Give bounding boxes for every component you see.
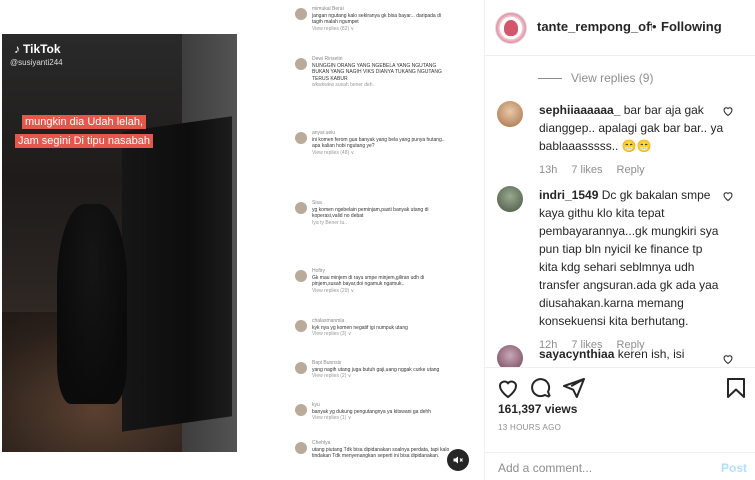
avatar — [295, 132, 307, 144]
embedded-comment-text: NUNGGIN ORANG YANG NGEBELA YANG NGUTANG … — [312, 62, 442, 82]
view-count[interactable]: 161,397 views — [498, 402, 577, 416]
view-replies-label: View replies (9) — [571, 71, 654, 85]
view-replies-button[interactable]: View replies (9) — [538, 71, 653, 85]
comment-text: keren ish, isi — [617, 347, 685, 361]
embedded-comment-meta: View replies (3) ∨ — [312, 331, 352, 337]
avatar[interactable] — [497, 101, 523, 127]
comment-list[interactable]: View replies (9) sephiiaaaaaa_ bar bar a… — [485, 57, 755, 367]
tiktok-username: @susiyanti244 — [10, 58, 63, 67]
reply-button[interactable]: Reply — [617, 161, 645, 179]
video-door — [122, 116, 232, 432]
comment-likes[interactable]: 7 likes — [571, 161, 602, 179]
post-media[interactable]: ♪ TikTok @susiyanti244 mungkin dia Udah … — [0, 0, 484, 480]
header-separator: • — [652, 19, 657, 34]
mute-icon — [453, 456, 463, 464]
embedded-comments-screenshot: mimukal Berai jangan ngutang kalo sekiran… — [290, 0, 460, 480]
embedded-comment-text: utang piutang Tdk bisa dipidanakan soaln… — [312, 446, 450, 460]
tiktok-logo: ♪ TikTok — [14, 42, 61, 56]
embedded-comment-text: ini komen ferom gua banyak yang bela yan… — [312, 136, 445, 150]
avatar — [295, 202, 307, 214]
comment-time[interactable]: 13h — [539, 161, 557, 179]
embedded-comment-meta: wkwkwkw susah bener deh. — [312, 82, 374, 88]
embedded-comment-text: yg komen ngebelain peminjam,pasti banyak… — [312, 206, 429, 220]
tiktok-video-frame: ♪ TikTok @susiyanti244 mungkin dia Udah … — [2, 34, 237, 452]
video-caption-text: mungkin dia Udah lelah, Jam segini Di ti… — [14, 115, 154, 148]
comment-icon[interactable] — [529, 376, 553, 400]
video-caption: mungkin dia Udah lelah, Jam segini Di ti… — [14, 112, 154, 150]
post-button[interactable]: Post — [721, 461, 747, 475]
avatar — [295, 362, 307, 374]
heart-icon[interactable] — [722, 190, 734, 202]
post-sidebar: tante_rempong_offficial • Following View… — [484, 0, 755, 480]
heart-icon[interactable] — [722, 105, 734, 117]
avatar — [295, 404, 307, 416]
send-icon[interactable] — [562, 376, 586, 400]
comment-username[interactable]: sephiiaaaaaa_ — [539, 103, 620, 117]
mute-button[interactable] — [447, 449, 469, 471]
avatar — [295, 442, 307, 454]
post-timestamp[interactable]: 13 HOURS AGO — [498, 423, 561, 432]
heart-icon[interactable] — [496, 376, 520, 400]
embedded-comment-meta: View replies (82) ∨ — [312, 25, 355, 32]
comment-input[interactable] — [498, 461, 698, 475]
avatar — [295, 270, 307, 282]
heart-icon[interactable] — [722, 353, 734, 365]
avatar-figure — [504, 20, 518, 36]
embedded-comment-text: jangan ngutang kalo sekiranya gk bisa ba… — [312, 12, 441, 26]
reply-line — [538, 77, 562, 79]
bookmark-icon[interactable] — [724, 376, 748, 400]
tiktok-logo-text: TikTok — [23, 42, 61, 56]
avatar — [295, 320, 307, 332]
post-username[interactable]: tante_rempong_offficial — [537, 19, 652, 34]
following-button[interactable]: Following — [661, 19, 722, 34]
add-comment-bar: Post — [485, 452, 755, 480]
embedded-comment-meta: Iya ty Bener tu.. — [312, 219, 348, 226]
embedded-comment-meta: View replies (2) ∨ — [312, 373, 352, 379]
embedded-comment-text: Gk mau minjem di rayu smpe minjem,gilira… — [312, 274, 425, 288]
post-header: tante_rempong_offficial • Following — [485, 0, 755, 56]
comment-text: Dc gk bakalan smpe kaya githu klo kita t… — [539, 188, 719, 328]
post-actions: 161,397 views 13 HOURS AGO Post — [485, 367, 755, 477]
avatar — [295, 58, 307, 70]
comment-username[interactable]: indri_1549 — [539, 188, 598, 202]
avatar[interactable] — [497, 345, 523, 367]
comment-username[interactable]: sayacynthiaa — [539, 347, 614, 361]
avatar[interactable] — [495, 12, 527, 44]
tiktok-note-icon: ♪ — [14, 42, 20, 56]
video-person — [57, 204, 127, 404]
avatar — [295, 8, 307, 20]
embedded-comment-meta: View replies (48) ∨ — [312, 149, 355, 156]
embedded-comment-meta: View replies (1) ∨ — [312, 415, 352, 421]
avatar[interactable] — [497, 186, 523, 212]
embedded-comment-meta: View replies (29) ∨ — [312, 287, 355, 294]
